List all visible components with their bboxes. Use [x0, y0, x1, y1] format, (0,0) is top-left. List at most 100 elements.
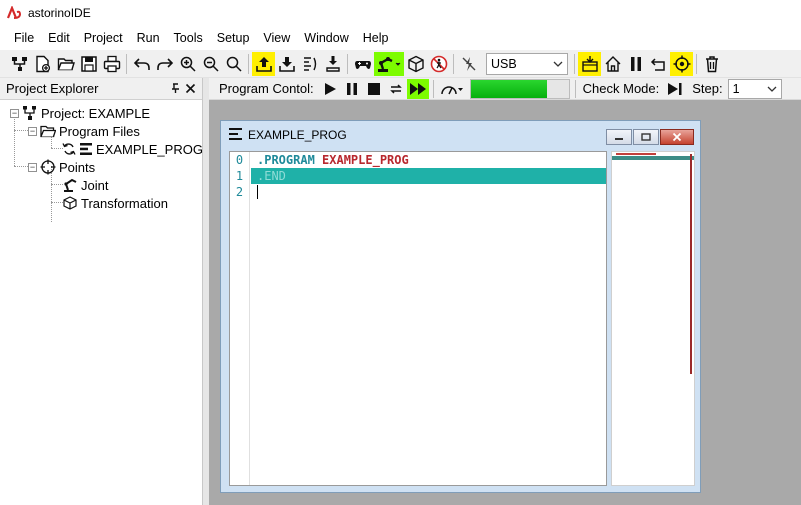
program-file-icon	[229, 127, 242, 143]
tree-joint[interactable]: Joint	[0, 176, 202, 194]
pin-icon[interactable]	[170, 83, 181, 94]
redo-icon[interactable]	[153, 52, 176, 76]
program-bar-separator	[574, 79, 576, 98]
step-label: Step:	[692, 81, 723, 96]
pause-icon[interactable]	[341, 79, 363, 99]
no-connection-icon[interactable]	[457, 52, 480, 76]
toolbar-separator	[248, 53, 249, 74]
toolbar-separator	[126, 53, 127, 74]
code-line[interactable]: .PROGRAM EXAMPLE_PROG	[251, 152, 606, 168]
trash-icon[interactable]	[700, 52, 723, 76]
upload-icon[interactable]	[252, 51, 275, 76]
search-icon[interactable]	[222, 52, 245, 76]
zoom-out-icon[interactable]	[199, 52, 222, 76]
menu-project[interactable]: Project	[77, 26, 130, 50]
minimize-button[interactable]	[606, 129, 632, 145]
menu-window[interactable]: Window	[297, 26, 355, 50]
title-bar: astorinoIDE	[0, 0, 801, 26]
pause-icon[interactable]	[624, 52, 647, 76]
code-area[interactable]: .PROGRAM EXAMPLE_PROG .END	[251, 152, 606, 200]
speed-progress-bar	[469, 78, 570, 99]
program-file-icon	[79, 141, 93, 157]
code-minimap[interactable]	[611, 151, 695, 486]
robot-arm-icon[interactable]	[374, 51, 404, 76]
toolbar-separator	[574, 53, 575, 74]
step-select-value: 1	[732, 81, 740, 96]
project-tree: − Project: EXAMPLE − Program Files EXAMP…	[0, 100, 203, 222]
project-icon	[22, 105, 38, 121]
open-folder-icon[interactable]	[54, 52, 77, 76]
speed-gauge-icon[interactable]	[438, 79, 466, 99]
step-select[interactable]: 1	[727, 78, 782, 99]
close-icon[interactable]	[185, 83, 196, 94]
code-line[interactable]	[251, 184, 606, 200]
menu-run[interactable]: Run	[130, 26, 167, 50]
line-number: 2	[235, 185, 244, 199]
home-icon[interactable]	[601, 52, 624, 76]
program-bar-separator	[432, 79, 434, 98]
loop-icon[interactable]	[385, 79, 407, 99]
close-button[interactable]	[660, 129, 694, 145]
close-icon	[672, 132, 682, 142]
code-line-selected[interactable]: .END	[251, 168, 606, 184]
collapse-toggle[interactable]: −	[10, 108, 19, 118]
tree-points-label: Points	[59, 159, 96, 175]
collapse-toggle[interactable]: −	[28, 162, 37, 172]
minimize-icon	[615, 138, 623, 140]
menu-file[interactable]: File	[7, 26, 41, 50]
tree-points[interactable]: − Points	[0, 158, 202, 176]
stop-person-icon[interactable]	[427, 52, 450, 76]
minimap-scroll-indicator	[690, 154, 692, 374]
program-control-label: Program Contol:	[219, 81, 314, 96]
folder-icon	[40, 123, 56, 139]
code-program-name: EXAMPLE_PROG	[322, 153, 409, 167]
connection-select[interactable]: USB	[486, 52, 568, 75]
chevron-down-icon	[553, 61, 563, 67]
menu-edit[interactable]: Edit	[41, 26, 77, 50]
project-explorer-title: Project Explorer	[6, 81, 99, 96]
line-number: 1	[235, 169, 244, 183]
maximize-button[interactable]	[633, 129, 659, 145]
menu-help[interactable]: Help	[356, 26, 396, 50]
transformation-cube-icon	[62, 195, 78, 211]
new-file-icon[interactable]	[31, 52, 54, 76]
tree-program-label: EXAMPLE_PROG	[96, 141, 203, 157]
tree-transformation[interactable]: Transformation	[0, 194, 202, 212]
menu-tools[interactable]: Tools	[167, 26, 210, 50]
menu-bar: File Edit Project Run Tools Setup View W…	[0, 26, 801, 50]
zoom-in-icon[interactable]	[176, 52, 199, 76]
code-keyword: .PROGRAM	[257, 153, 315, 167]
return-icon[interactable]	[647, 52, 670, 76]
tree-program-files[interactable]: − Program Files	[0, 122, 202, 140]
minimap-text	[616, 153, 656, 155]
code-editor[interactable]: 0 1 2 .PROGRAM EXAMPLE_PROG .END	[229, 151, 607, 486]
editor-window[interactable]: EXAMPLE_PROG 0 1 2 .PROGRAM EXAMPLE_PROG…	[220, 120, 701, 493]
print-icon[interactable]	[100, 52, 123, 76]
download-robot-icon[interactable]	[321, 52, 344, 76]
tree-project[interactable]: − Project: EXAMPLE	[0, 104, 202, 122]
step-forward-icon[interactable]	[664, 79, 686, 99]
play-icon[interactable]	[319, 79, 341, 99]
tree-program-example[interactable]: EXAMPLE_PROG	[0, 140, 203, 158]
gamepad-icon[interactable]	[351, 52, 374, 76]
stop-icon[interactable]	[363, 79, 385, 99]
mdi-workspace: EXAMPLE_PROG 0 1 2 .PROGRAM EXAMPLE_PROG…	[209, 100, 801, 505]
maximize-icon	[641, 133, 651, 141]
window-controls	[606, 129, 694, 145]
fast-forward-icon[interactable]	[406, 78, 429, 99]
compare-icon[interactable]	[298, 52, 321, 76]
download-icon[interactable]	[275, 52, 298, 76]
speed-progress-fill	[470, 79, 548, 98]
menu-setup[interactable]: Setup	[210, 26, 257, 50]
program-control-bar: Program Contol: Check Mode: Step: 1	[209, 78, 801, 100]
collapse-toggle[interactable]: −	[28, 126, 37, 136]
teach-icon[interactable]	[578, 51, 601, 76]
new-project-icon[interactable]	[8, 52, 31, 76]
code-keyword: .END	[257, 169, 286, 183]
target-icon[interactable]	[670, 51, 693, 76]
cube-icon[interactable]	[404, 52, 427, 76]
undo-icon[interactable]	[130, 52, 153, 76]
menu-view[interactable]: View	[256, 26, 297, 50]
save-icon[interactable]	[77, 52, 100, 76]
check-mode-label: Check Mode:	[582, 81, 660, 96]
